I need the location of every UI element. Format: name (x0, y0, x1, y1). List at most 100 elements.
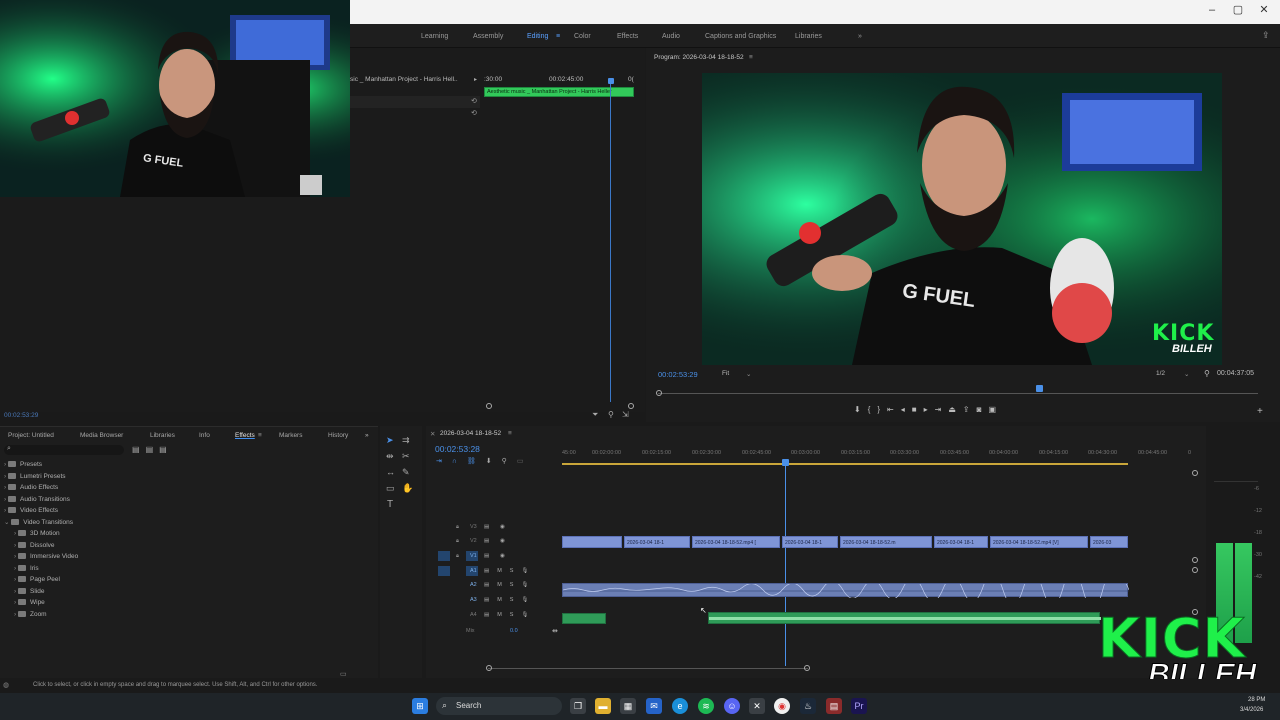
reset-icon[interactable]: ⟲ (471, 97, 477, 105)
mix-value[interactable]: 0.0 (510, 628, 518, 634)
track-select-tool-icon[interactable]: ⇉ (402, 435, 410, 446)
tab-media-browser[interactable]: Media Browser (80, 432, 123, 439)
fit-select[interactable]: Fit (722, 370, 729, 377)
scroll-handle-right[interactable] (804, 665, 810, 671)
tab-libraries[interactable]: Libraries (150, 432, 175, 439)
workspace-tab-libraries[interactable]: Libraries (795, 33, 822, 40)
tree-item-audio-transitions[interactable]: › Audio Transitions (4, 494, 374, 506)
scroll-handle-left[interactable] (486, 665, 492, 671)
steam-icon[interactable]: ♨ (800, 698, 816, 714)
source-audio-clip[interactable]: Aesthetic music _ Manhattan Project - Ha… (484, 87, 634, 97)
workspace-tab-captions[interactable]: Captions and Graphics (705, 33, 776, 40)
step-forward-icon[interactable]: ▸ (924, 405, 935, 414)
tree-item-3d-motion[interactable]: › 3D Motion (4, 528, 374, 540)
obs-icon[interactable]: ▤ (826, 698, 842, 714)
linked-selection-icon[interactable]: ⛓ (467, 458, 486, 465)
add-marker-icon[interactable]: ⬇ (486, 458, 502, 465)
discord-icon[interactable]: ☺ (724, 698, 740, 714)
go-to-in-icon[interactable]: ⇤ (887, 405, 901, 414)
hand-tool-icon[interactable]: ✋ (402, 483, 413, 494)
a1-controls[interactable]: ▤MS🎙︎ (484, 568, 536, 574)
video-clip[interactable]: 2026-03-04 18-1 (624, 536, 690, 548)
video-clip[interactable]: 2026-03-04 18-1 (934, 536, 988, 548)
a2-controls[interactable]: ▤MS🎙︎ (484, 582, 536, 588)
go-to-out-icon[interactable]: ⇥ (935, 405, 949, 414)
scroll-handle-right[interactable] (628, 403, 634, 409)
workspace-tab-editing[interactable]: Editing (527, 33, 548, 40)
lock-icon[interactable]: 🔒︎ (456, 524, 459, 531)
slip-tool-icon[interactable]: ↔ (386, 467, 395, 477)
32bit-effects-icon[interactable]: ▤ (146, 445, 160, 454)
sequence-menu-icon[interactable]: ≡ (508, 430, 512, 437)
pen-tool-icon[interactable]: ✎ (402, 467, 410, 478)
timeline-settings-icon[interactable]: ⚲ (502, 458, 517, 465)
lift-icon[interactable]: ⏏ (948, 405, 963, 414)
tree-item-page-peel[interactable]: › Page Peel (4, 574, 374, 586)
program-timecode[interactable]: 00:02:53:29 (658, 370, 698, 379)
chevron-down-icon[interactable]: ⌄ (1184, 370, 1189, 378)
add-button-icon[interactable]: + (1257, 406, 1263, 417)
edge-icon[interactable]: e (672, 698, 688, 714)
scrub-handle-left[interactable] (656, 390, 662, 396)
tree-item-zoom[interactable]: › Zoom (4, 609, 374, 621)
tree-item-audio-effects[interactable]: › Audio Effects (4, 482, 374, 494)
sync-lock-icon[interactable]: ▤ (484, 524, 489, 530)
tree-item-slide[interactable]: › Slide (4, 586, 374, 598)
comparison-icon[interactable]: ▣ (988, 405, 1003, 414)
mix-expand-icon[interactable]: ⇹ (552, 627, 558, 635)
a4-controls[interactable]: ▤MS🎙︎ (484, 612, 536, 618)
lock-icon[interactable]: 🔒︎ (456, 553, 459, 560)
program-scrub-bar[interactable] (658, 393, 1258, 394)
sync-lock-icon[interactable]: ▤ (484, 553, 489, 559)
effects-filter-buttons[interactable]: ▤▤▤ (132, 445, 173, 454)
tree-item-video-effects[interactable]: › Video Effects (4, 505, 374, 517)
video-clip[interactable]: 2026-03-04 18-18-52.m (840, 536, 932, 548)
eye-icon[interactable]: ◉ (500, 553, 505, 559)
video-clip[interactable] (562, 536, 622, 548)
program-playhead-icon[interactable] (1036, 385, 1043, 392)
source-playhead-icon[interactable] (608, 78, 614, 84)
accelerated-effects-icon[interactable]: ▤ (132, 445, 146, 454)
timeline-playhead-icon[interactable] (782, 459, 789, 466)
file-explorer-icon[interactable]: ▬ (595, 698, 611, 714)
reset-icon[interactable]: ⟲ (471, 109, 477, 117)
video-clip[interactable]: 2026-03-04 18-18-52.mp4 [V] (990, 536, 1088, 548)
eye-icon[interactable]: ◉ (500, 538, 505, 544)
mark-out-icon[interactable]: } (877, 405, 887, 414)
step-back-icon[interactable]: ◂ (901, 405, 912, 414)
rectangle-tool-icon[interactable]: ▭ (386, 483, 395, 494)
selection-tool-icon[interactable]: ➤ (386, 435, 394, 446)
outlook-icon[interactable]: ✉ (646, 698, 662, 714)
workspace-menu-icon[interactable]: ≡ (556, 33, 560, 40)
mark-in-icon[interactable]: { (868, 405, 878, 414)
source-timecode[interactable]: 00:02:53:29 (4, 412, 38, 419)
more-panels-icon[interactable]: » (365, 432, 369, 439)
export-icon[interactable]: ⇲ (622, 410, 629, 419)
program-menu-icon[interactable]: ≡ (749, 54, 753, 61)
maximize-button[interactable]: ▢ (1230, 3, 1246, 17)
chrome-icon[interactable]: ◉ (774, 698, 790, 714)
tree-item-lumetri-presets[interactable]: › Lumetri Presets (4, 471, 374, 483)
tab-history[interactable]: History (328, 432, 348, 439)
tab-markers[interactable]: Markers (279, 432, 302, 439)
tab-effects[interactable]: Effects (235, 432, 255, 439)
audio-clip-a4[interactable] (708, 612, 1101, 624)
tree-item-video-transitions[interactable]: ⌄ Video Transitions (4, 517, 374, 529)
tree-item-iris[interactable]: › Iris (4, 563, 374, 575)
scroll-handle-left[interactable] (486, 403, 492, 409)
tree-item-dissolve[interactable]: › Dissolve (4, 540, 374, 552)
wrench-icon[interactable]: ⚲ (608, 410, 614, 419)
a3-controls[interactable]: ▤MS🎙︎ (484, 597, 536, 603)
tree-item-presets[interactable]: › Presets (4, 459, 374, 471)
tab-project[interactable]: Project: Untitled (8, 432, 54, 439)
source-patch-v1[interactable] (438, 551, 450, 561)
share-icon[interactable]: ⇪ (1262, 30, 1270, 41)
windows-start-icon[interactable]: ⊞ (412, 698, 428, 714)
new-bin-icon[interactable]: ▭ (340, 670, 347, 678)
timeline-timecode[interactable]: 00:02:53:28 (435, 444, 480, 454)
workspace-tab-assembly[interactable]: Assembly (473, 33, 503, 40)
workspace-tab-audio[interactable]: Audio (662, 33, 680, 40)
camera-icon[interactable]: ◙ (977, 405, 989, 414)
ripple-edit-tool-icon[interactable]: ⇹ (386, 451, 394, 462)
workspace-tab-learning[interactable]: Learning (421, 33, 448, 40)
